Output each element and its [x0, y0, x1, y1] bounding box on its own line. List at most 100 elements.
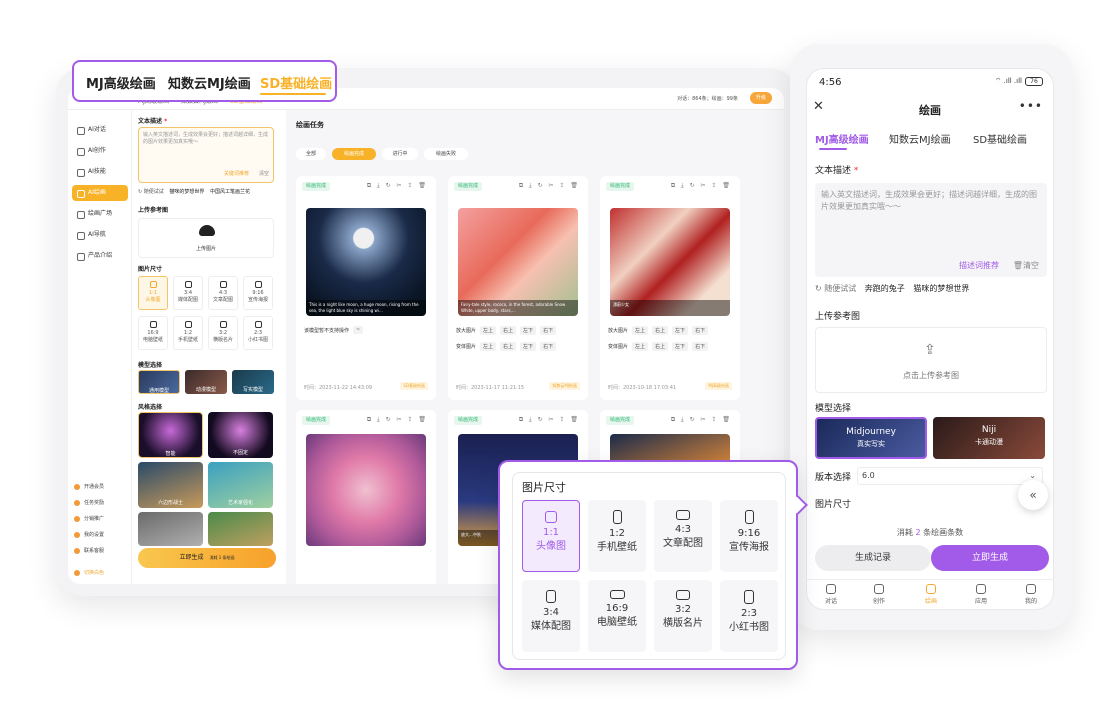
size-9-16[interactable]: 9:16 宣传海报 [720, 500, 778, 572]
nav-me[interactable]: 我的 [1011, 584, 1051, 605]
phone-tab-sd[interactable]: SD基础绘画 [973, 131, 1027, 146]
phone-model-niji[interactable]: Niji 卡通动漫 [933, 417, 1045, 459]
callout-tab-zsy[interactable]: 知数云MJ绘画 [168, 73, 251, 92]
version-select[interactable]: 6.0 ⌄ [857, 467, 1043, 485]
nav-chat[interactable]: 对话 [811, 584, 851, 605]
generate-button[interactable]: 立即生成 消耗 1 条绘画 [138, 548, 276, 568]
phone-tab-mj[interactable]: MJ高级绘画 [815, 131, 869, 146]
phone-prompt-textarea[interactable]: 输入英文描述词，生成效果会更好；描述词越详细，生成的图片效果更加真实哦～～ 描述… [815, 183, 1047, 277]
nav-paint[interactable]: 绘画 [911, 584, 951, 605]
model-general[interactable]: 通用模型 [138, 370, 180, 394]
nav-create[interactable]: 创作 [859, 584, 899, 605]
nav-apps[interactable]: 应用 [961, 584, 1001, 605]
phone-desc-link[interactable]: 描述词推荐 [959, 260, 999, 272]
filter-failed[interactable]: 绘画失败 [424, 148, 468, 160]
style-hexagon[interactable]: 六边形战士 [138, 462, 203, 508]
size-option[interactable]: 1:1 头像图 [138, 276, 168, 310]
size-3-4[interactable]: 3:4 媒体配图 [522, 580, 580, 652]
desktop-sidebar: AI对话 AI创作 AI技能 AI绘画 绘画广场 AI导航 产品介绍 开通会员 … [68, 110, 132, 584]
size-4-3[interactable]: 4:3 文章配图 [654, 500, 712, 572]
refresh-icon[interactable]: ↻ [815, 284, 824, 293]
card-tools[interactable]: ⧉ ⤓ ↻ ✂ ⇪ 🗑 [367, 416, 428, 424]
style-thumb[interactable] [138, 512, 203, 546]
size-16-9[interactable]: 16:9 电脑壁纸 [588, 580, 646, 652]
stage: MJ高级绘画 知数云MJ绘画 SD基础绘画 对话：864条；绘画：99条 升级 … [0, 0, 1120, 710]
card-tools[interactable]: ⧉ ⤓ ↻ ✂ ⇪ 🗑 [671, 416, 732, 424]
image-caption: 漂蔚少女 [610, 300, 730, 316]
phone-model-midjourney[interactable]: Midjourney 真实写实 [815, 417, 927, 459]
prompt-textarea[interactable]: 输入英文描述词，生成效果会更好；描述词越详细，生成的图片效果更加真实哦～ 关键词… [138, 127, 274, 183]
sidebar-vip[interactable]: 开通会员 [74, 482, 104, 492]
sidebar-item-square[interactable]: 绘画广场 [72, 206, 128, 222]
collapse-button[interactable]: « [1018, 480, 1048, 510]
suggest-item-2[interactable]: 中国风工笔画兰花 [210, 189, 250, 195]
style-random[interactable]: 不固定 [208, 412, 273, 458]
sidebar-item-product[interactable]: 产品介绍 [72, 248, 128, 264]
size-option[interactable]: 9:16 宣传海报 [243, 276, 273, 310]
style-thumb[interactable] [208, 512, 273, 546]
result-image[interactable]: 漂蔚少女 [610, 208, 730, 316]
callout-tab-mj[interactable]: MJ高级绘画 [86, 73, 156, 92]
phone-upload-box[interactable]: ⇪ 点击上传参考图 [815, 327, 1047, 393]
phone-frame: 4:56 ⌔ .ıll .ıll 76 ✕ 绘画 ••• MJ高级绘画 知数云MJ… [790, 44, 1072, 630]
record-button[interactable]: 生成记录 [815, 545, 931, 571]
sidebar-settings[interactable]: 我的设置 [74, 530, 104, 540]
result-image[interactable]: This is a night like moon, a huge moon, … [306, 208, 426, 316]
card-tools[interactable]: ⧉ ⤓ ↻ ✂ ⇪ 🗑 [367, 182, 428, 190]
grid-icon [976, 584, 986, 594]
sidebar-item-nav[interactable]: AI导航 [72, 227, 128, 243]
size-option[interactable]: 4:3 文章配图 [208, 276, 238, 310]
size-option[interactable]: 1:2 手机壁纸 [173, 316, 203, 350]
theme-toggle[interactable]: 切换白色 [74, 568, 104, 578]
size-option[interactable]: 3:2 横版名片 [208, 316, 238, 350]
card-tag: MJ高级绘画 [705, 382, 732, 390]
upload-box[interactable]: 上传图片 [138, 218, 274, 258]
sidebar-support[interactable]: 联系客服 [74, 546, 104, 556]
style-label: 风格选择 [138, 404, 163, 411]
callout-tab-sd[interactable]: SD基础绘画 [260, 73, 332, 92]
sidebar-item-skills[interactable]: AI技能 [72, 164, 128, 180]
more-icon[interactable]: ••• [1019, 99, 1043, 113]
clear-button[interactable]: 清空 [259, 171, 269, 178]
size-option[interactable]: 3:4 媒体配图 [173, 276, 203, 310]
phone-suggest-item-1[interactable]: 奔跑的兔子 [865, 284, 905, 293]
size-1-2[interactable]: 1:2 手机壁纸 [588, 500, 646, 572]
suggest-item-1[interactable]: 猫咪的梦想世界 [169, 189, 204, 195]
upload-label: 上传参考图 [138, 207, 169, 214]
sidebar-item-paint[interactable]: AI绘画 [72, 185, 128, 201]
card-tools[interactable]: ⧉ ⤓ ↻ ✂ ⇪ 🗑 [519, 416, 580, 424]
sidebar-item-write[interactable]: AI创作 [72, 143, 128, 159]
card-time: 时间：2023-11-22 14:43:09 [304, 385, 373, 391]
sidebar-dist[interactable]: 分销推广 [74, 514, 104, 524]
size-2-3[interactable]: 2:3 小红书图 [720, 580, 778, 652]
size-3-2[interactable]: 3:2 横版名片 [654, 580, 712, 652]
style-artist[interactable]: 艺术家强化 [208, 462, 273, 508]
size-popup: 图片尺寸 1:1 头像图 1:2 手机壁纸 4:3 文章配图 9:16 宣传海报 3:4… [498, 460, 808, 670]
size-option[interactable]: 16:9 电脑壁纸 [138, 316, 168, 350]
phone-upload-label: 上传参考图 [815, 312, 861, 322]
filter-running[interactable]: 进行中 [382, 148, 418, 160]
phone-upload-text: 点击上传参考图 [903, 371, 959, 380]
card-tools[interactable]: ⧉ ⤓ ↻ ✂ ⇪ 🗑 [519, 182, 580, 190]
model-real[interactable]: 写实模型 [232, 370, 274, 394]
model-anime[interactable]: 动漫模型 [185, 370, 227, 394]
phone-generate-button[interactable]: 立即生成 [931, 545, 1049, 571]
phone-clear-button[interactable]: 🗑清空 [1013, 260, 1039, 272]
sidebar-item-chat[interactable]: AI对话 [72, 122, 128, 138]
upgrade-button[interactable]: 升级 [750, 92, 772, 104]
keyword-link[interactable]: 关键词推荐 [224, 171, 249, 178]
size-1-1[interactable]: 1:1 头像图 [522, 500, 580, 572]
filter-done[interactable]: 绘画完成 [332, 148, 376, 160]
status-badge: 绘画完成 [606, 416, 635, 425]
suggest-row: ↻ 随便试试 猫咪的梦想世界 中国风工笔画兰花 [138, 188, 250, 195]
card-tools[interactable]: ⧉ ⤓ ↻ ✂ ⇪ 🗑 [671, 182, 732, 190]
variant-row: 变体图片 左上 右上 左下 右下 [456, 342, 557, 351]
sidebar-reward[interactable]: 任务奖励 [74, 498, 104, 508]
result-image[interactable]: Fairy-tale style, rococo, in the forest,… [458, 208, 578, 316]
filter-all[interactable]: 全部 [296, 148, 326, 160]
phone-suggest-item-2[interactable]: 猫咪的梦想世界 [913, 284, 969, 293]
phone-tab-zsy[interactable]: 知数云MJ绘画 [889, 131, 951, 146]
result-image[interactable] [306, 434, 426, 546]
style-smart[interactable]: 智能 [138, 412, 203, 458]
size-option[interactable]: 2:3 小红书图 [243, 316, 273, 350]
